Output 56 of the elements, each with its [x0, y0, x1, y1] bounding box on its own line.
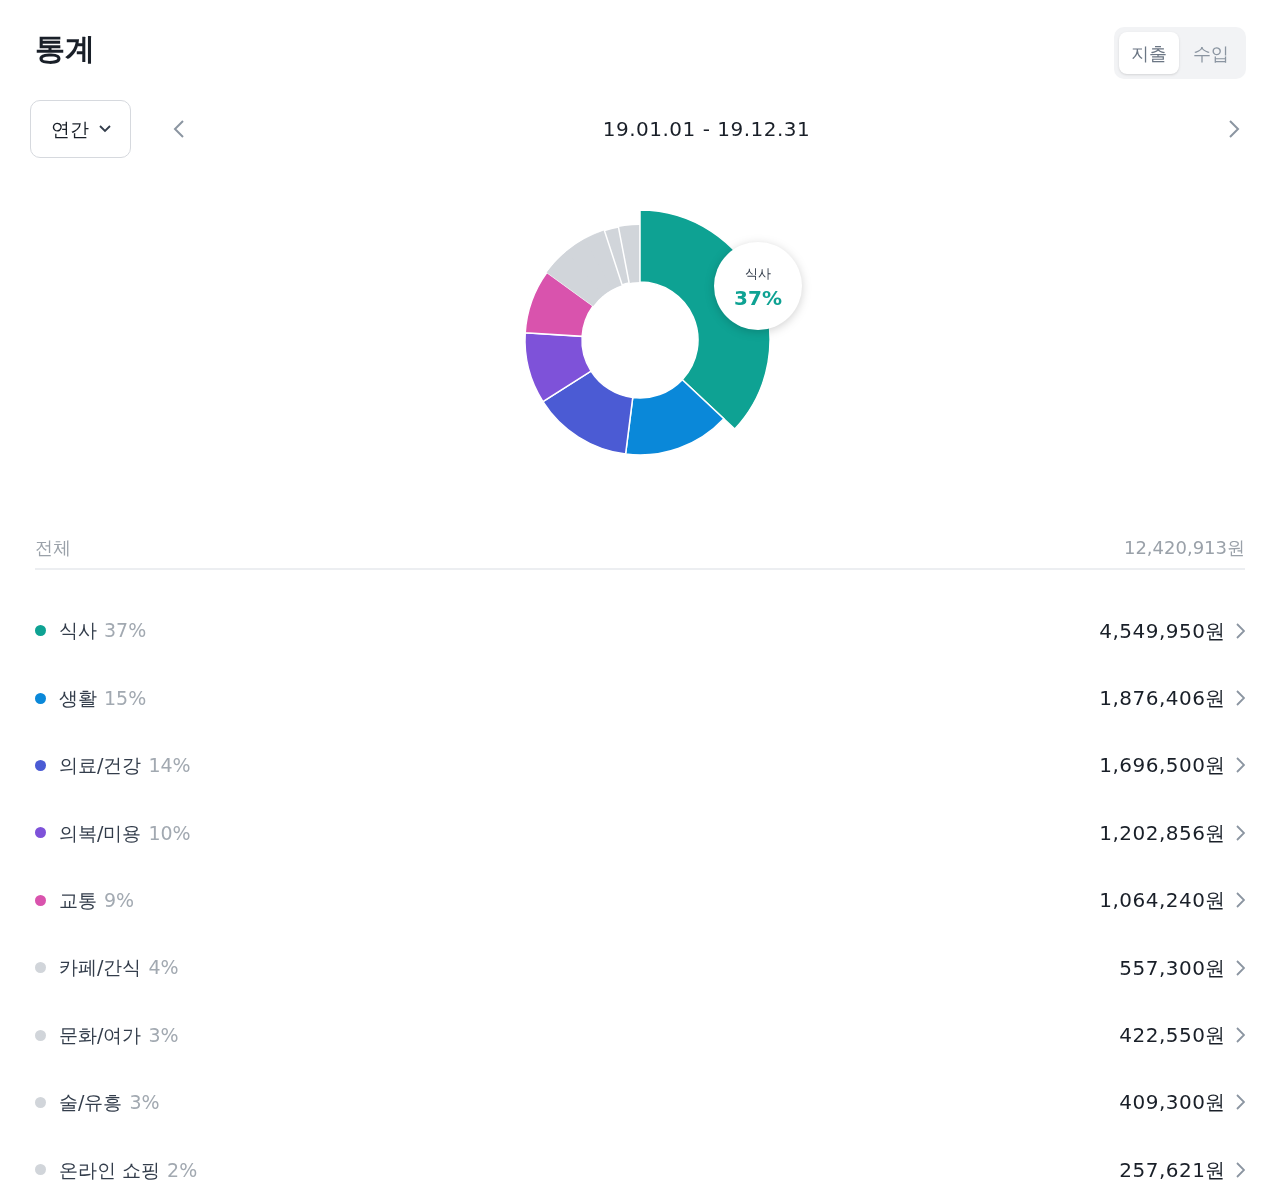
- category-amount: 1,202,856원: [1099, 819, 1226, 847]
- chevron-right-icon: [1236, 959, 1245, 976]
- category-percent: 14%: [148, 753, 191, 779]
- category-name: 의료/건강: [59, 753, 142, 779]
- category-row[interactable]: 카페/간식 4% 557,300원: [35, 933, 1245, 1002]
- category-name: 온라인 쇼핑: [59, 1157, 161, 1183]
- chevron-down-icon: [98, 125, 111, 133]
- category-amount: 422,550원: [1119, 1022, 1226, 1050]
- chevron-right-icon: [1236, 1094, 1245, 1111]
- category-row[interactable]: 온라인 쇼핑 2% 257,621원: [35, 1136, 1245, 1189]
- chevron-right-icon: [1236, 1027, 1245, 1044]
- chevron-right-icon: [1236, 690, 1245, 707]
- category-row[interactable]: 술/유흥 3% 409,300원: [35, 1068, 1245, 1137]
- type-tab[interactable]: 지출: [1119, 32, 1179, 74]
- chevron-right-icon: [1236, 1161, 1245, 1178]
- category-amount: 409,300원: [1119, 1089, 1226, 1117]
- tooltip-percent: 37%: [734, 286, 782, 310]
- chevron-right-icon: [1236, 824, 1245, 841]
- page-title: 통계: [35, 30, 95, 68]
- total-amount: 12,420,913원: [1123, 535, 1245, 560]
- category-percent: 15%: [104, 685, 147, 711]
- category-percent: 9%: [104, 888, 135, 913]
- category-amount: 4,549,950원: [1099, 617, 1226, 645]
- chevron-right-icon: [1236, 892, 1245, 909]
- chevron-right-icon: [1236, 757, 1245, 774]
- category-name: 의복/미용: [59, 820, 142, 846]
- category-percent: 37%: [104, 618, 147, 644]
- category-percent: 4%: [148, 955, 179, 981]
- chevron-right-icon: [1236, 622, 1245, 639]
- category-row[interactable]: 의복/미용 10% 1,202,856원: [35, 799, 1245, 867]
- date-range: 19.01.01 - 19.12.31: [601, 116, 812, 143]
- total-label: 전체: [35, 535, 71, 560]
- chevron-right-icon: [1228, 119, 1240, 139]
- category-percent: 3%: [148, 1022, 179, 1048]
- category-row[interactable]: 의료/건강 14% 1,696,500원: [35, 731, 1245, 800]
- category-name: 카페/간식: [59, 955, 142, 981]
- category-name: 식사: [59, 618, 97, 644]
- category-amount: 1,696,500원: [1099, 752, 1226, 780]
- category-percent: 3%: [129, 1090, 160, 1116]
- category-name: 생활: [59, 685, 97, 711]
- category-amount: 1,876,406원: [1099, 685, 1226, 713]
- category-amount: 557,300원: [1119, 954, 1226, 982]
- category-row[interactable]: 생활 15% 1,876,406원: [35, 664, 1245, 732]
- category-name: 문화/여가: [59, 1022, 142, 1048]
- chevron-left-icon: [173, 119, 185, 139]
- category-amount: 257,621원: [1119, 1156, 1226, 1184]
- category-row[interactable]: 문화/여가 3% 422,550원: [35, 1001, 1245, 1069]
- category-row[interactable]: 식사 37% 4,549,950원: [35, 597, 1245, 665]
- category-percent: 2%: [167, 1157, 198, 1183]
- category-name: 교통: [59, 888, 97, 913]
- category-name: 술/유흥: [59, 1090, 123, 1116]
- period-dropdown[interactable]: 연간: [30, 100, 131, 158]
- category-row[interactable]: 교통 9% 1,064,240원: [35, 866, 1245, 934]
- category-percent: 10%: [148, 820, 191, 846]
- category-amount: 1,064,240원: [1099, 887, 1226, 915]
- tooltip-label: 식사: [745, 266, 771, 281]
